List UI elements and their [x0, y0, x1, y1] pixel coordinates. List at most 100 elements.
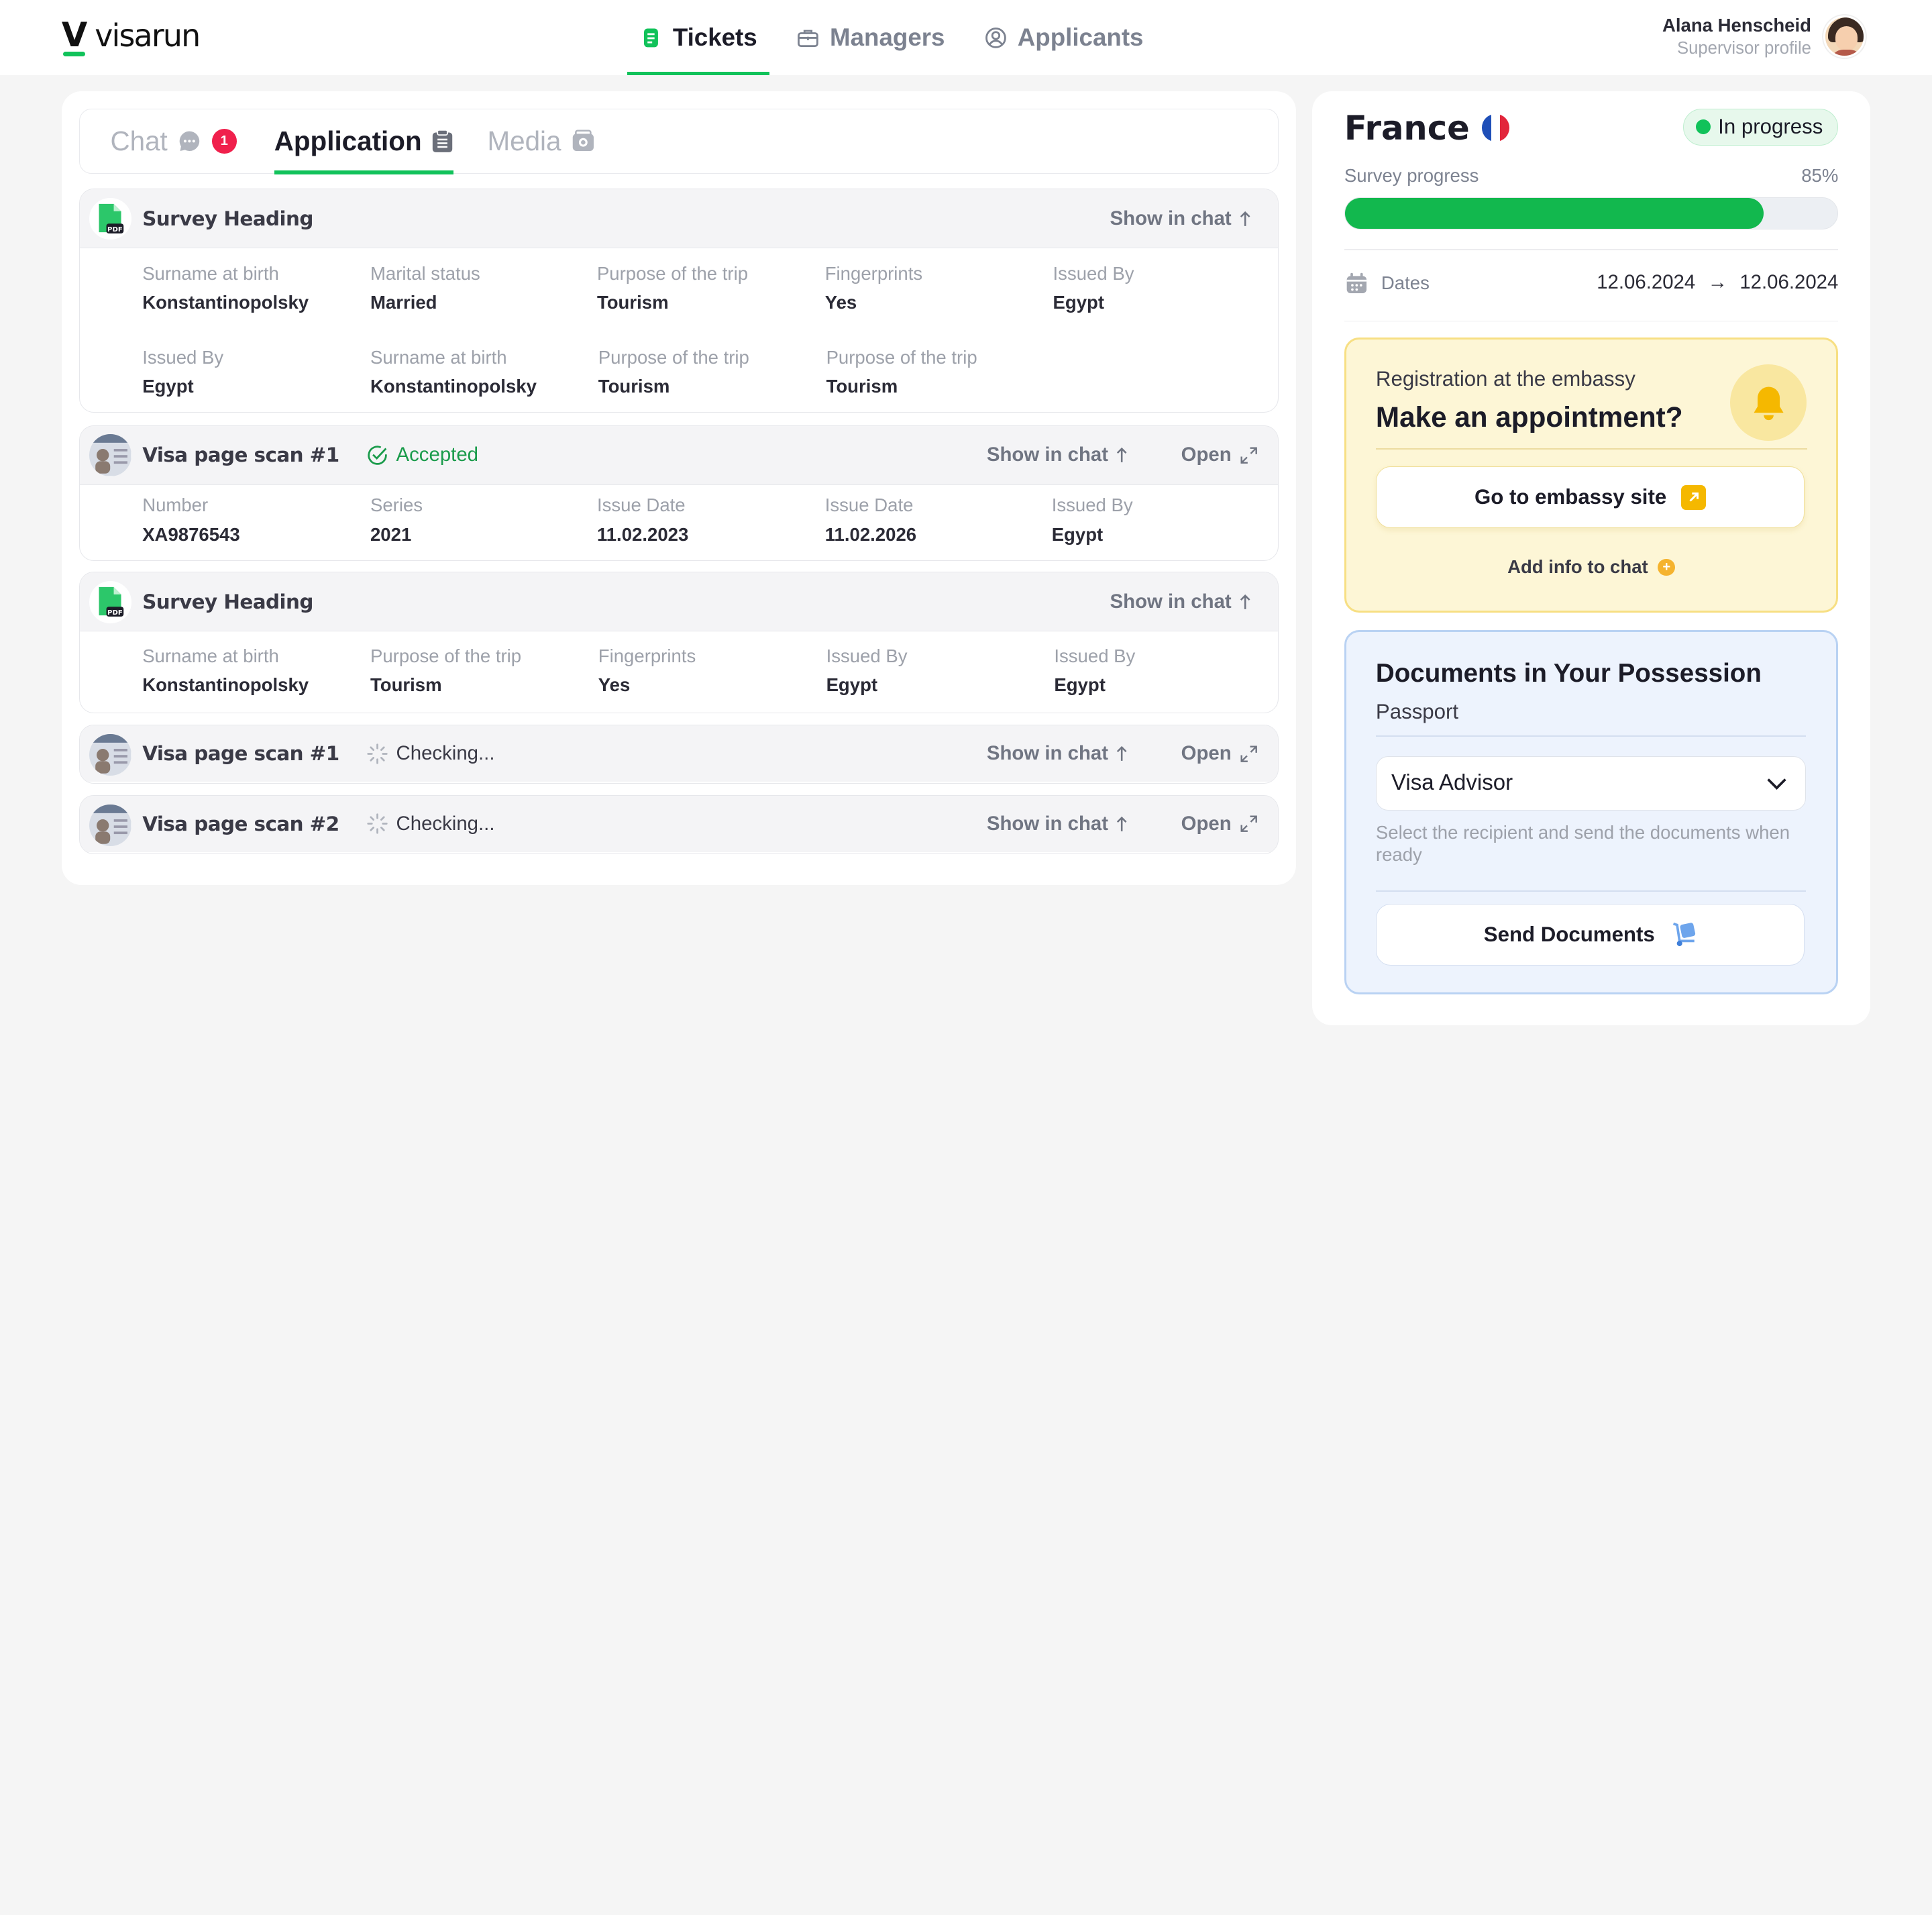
show-in-chat-button[interactable]: Show in chat	[987, 813, 1128, 835]
field-value: Married	[370, 292, 437, 313]
card-fields: Surname at birth Konstantinopolsky Purpos…	[80, 631, 1279, 713]
field-value: Egypt	[1051, 523, 1104, 545]
tab-application-label: Application	[274, 125, 422, 156]
field-value: Yes	[824, 292, 857, 313]
tab-application[interactable]: Application	[274, 109, 454, 174]
status-label: Checking...	[396, 812, 495, 835]
nav-managers[interactable]: Managers	[784, 0, 957, 75]
add-info-to-chat-button[interactable]: Add info to chat +	[1346, 556, 1837, 578]
recipient-select[interactable]: Visa Advisor	[1375, 756, 1806, 811]
card-title: Visa page scan #1	[142, 444, 339, 467]
divider	[1375, 890, 1806, 892]
dates-label: Dates	[1344, 271, 1430, 296]
documents-subtitle: Passport	[1375, 699, 1459, 723]
card-header: PDF Survey Heading Show in chat	[79, 189, 1279, 249]
field-value: 2021	[370, 523, 412, 545]
user-name: Alana Henscheid	[1662, 15, 1811, 36]
show-in-chat-label: Show in chat	[986, 444, 1109, 466]
logo[interactable]: V visarun	[62, 17, 201, 56]
card-title: Survey Heading	[142, 207, 313, 230]
tab-bar: Chat 1 Application Media	[78, 108, 1279, 174]
field: Issued By Egypt	[826, 645, 908, 696]
field: Issue Date 11.02.2023	[597, 495, 688, 545]
field: Surname at birth Konstantinopolsky	[142, 263, 309, 313]
user-circle-icon	[985, 27, 1007, 48]
chat-bubble-icon	[180, 131, 200, 152]
field: Issue Date 11.02.2026	[825, 495, 916, 545]
field: Issued By Egypt	[1053, 263, 1134, 313]
field-value: Yes	[598, 674, 631, 695]
expand-icon	[1240, 815, 1257, 833]
add-info-label: Add info to chat	[1507, 556, 1648, 578]
tab-media[interactable]: Media	[487, 109, 595, 174]
arrow-up-icon	[1116, 816, 1127, 831]
show-in-chat-button[interactable]: Show in chat	[987, 742, 1128, 765]
open-label: Open	[1181, 742, 1232, 765]
show-in-chat-button[interactable]: Show in chat	[1110, 207, 1252, 230]
survey-progress-value: 85%	[1801, 165, 1839, 187]
avatar[interactable]	[1823, 15, 1866, 58]
svg-text:PDF: PDF	[107, 609, 123, 617]
country-name: France	[1344, 108, 1470, 148]
field-label: Series	[370, 495, 423, 516]
country-title: France	[1344, 109, 1509, 148]
field-label: Surname at birth	[142, 645, 279, 666]
open-button[interactable]: Open	[1181, 742, 1258, 765]
user-role: Supervisor profile	[1676, 38, 1811, 58]
divider	[1375, 448, 1807, 450]
ticket-side-panel: France In progress Survey progress 85% D…	[1312, 91, 1871, 1026]
show-in-chat-label: Show in chat	[1110, 590, 1232, 613]
card-header: Visa page scan #1 Accepted Show in chat …	[79, 425, 1279, 485]
arrow-up-icon	[1240, 211, 1250, 226]
field-label: Issued By	[142, 347, 224, 368]
embassy-card: Registration at the embassy Make an appo…	[1344, 338, 1839, 613]
show-in-chat-button[interactable]: Show in chat	[1110, 590, 1252, 613]
open-button[interactable]: Open	[1181, 444, 1258, 466]
card-title: Visa page scan #1	[142, 742, 339, 766]
field: Number XA9876543	[142, 495, 240, 545]
nav-managers-label: Managers	[830, 23, 945, 52]
plus-icon: +	[1658, 558, 1676, 576]
main-nav: Tickets Managers Applicants	[627, 0, 1171, 76]
show-in-chat-label: Show in chat	[1110, 207, 1232, 229]
ticket-icon	[644, 28, 659, 47]
go-to-embassy-label: Go to embassy site	[1474, 485, 1667, 509]
field-label: Purpose of the trip	[598, 347, 749, 368]
field-value: Egypt	[1054, 674, 1106, 695]
chevron-down-icon	[1767, 778, 1786, 790]
field-label: Surname at birth	[142, 263, 279, 284]
field-value: Tourism	[598, 376, 670, 397]
show-in-chat-button[interactable]: Show in chat	[987, 444, 1128, 466]
logo-text: visarun	[95, 17, 201, 54]
survey-progress-fill	[1344, 197, 1764, 229]
wallet-icon	[572, 130, 594, 152]
clipboard-icon	[433, 129, 453, 152]
passport-scan-thumbnail	[89, 733, 131, 776]
arrow-up-icon	[1116, 746, 1127, 762]
field: Issued By Egypt	[1052, 495, 1133, 545]
field: Marital status Married	[370, 263, 480, 313]
nav-tickets[interactable]: Tickets	[627, 0, 769, 76]
go-to-embassy-button[interactable]: Go to embassy site	[1375, 466, 1805, 529]
field: Purpose of the trip Tourism	[370, 645, 521, 696]
external-link-icon	[1681, 484, 1706, 510]
field-value: Egypt	[142, 376, 194, 397]
visa-scan-card: Visa page scan #1 Checking... Show in ch…	[78, 724, 1279, 784]
send-documents-button[interactable]: Send Documents	[1375, 904, 1805, 966]
field-label: Issue Date	[596, 495, 686, 516]
field-label: Surname at birth	[370, 347, 507, 368]
spinner-icon	[367, 813, 388, 835]
field-label: Purpose of the trip	[370, 645, 522, 666]
tab-chat[interactable]: Chat 1	[110, 109, 237, 174]
date-to: 12.06.2024	[1739, 271, 1839, 294]
card-header: PDF Survey Heading Show in chat	[79, 572, 1279, 632]
nav-tickets-label: Tickets	[672, 23, 757, 52]
tab-media-label: Media	[487, 125, 561, 156]
user-profile[interactable]: Alana Henscheid Supervisor profile	[1662, 15, 1866, 58]
open-button[interactable]: Open	[1181, 813, 1258, 835]
status-badge: Accepted	[366, 444, 478, 466]
nav-applicants[interactable]: Applicants	[972, 0, 1156, 75]
field: Series 2021	[370, 495, 423, 545]
survey-card: PDF Survey Heading Show in chat Surname …	[78, 572, 1279, 714]
field: Fingerprints Yes	[825, 263, 922, 313]
